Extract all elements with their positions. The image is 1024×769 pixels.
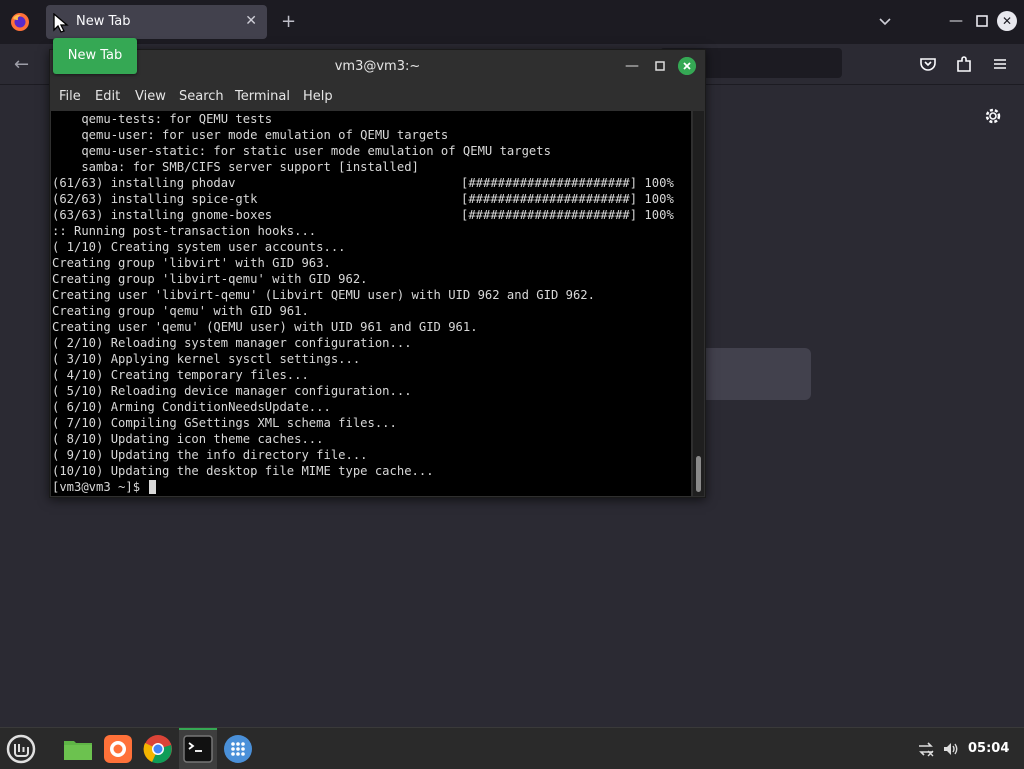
terminal-line-text: qemu-user-static: for static user mode e… — [52, 144, 551, 158]
window-maximize-icon[interactable] — [972, 11, 992, 31]
terminal-maximize-icon[interactable] — [652, 58, 668, 74]
terminal-line-text: ( 7/10) Compiling GSettings XML schema f… — [52, 416, 397, 430]
terminal-output-line: ( 5/10) Reloading device manager configu… — [51, 383, 691, 399]
terminal-line-text: ( 8/10) Updating icon theme caches... — [52, 432, 324, 446]
extensions-puzzle-icon[interactable] — [954, 54, 974, 74]
tab-title: New Tab — [76, 14, 131, 29]
terminal-window: vm3@vm3:~ — File Edit View Search Termin… — [49, 49, 706, 498]
new-tab-content-tile[interactable] — [700, 348, 811, 400]
terminal-line-text: qemu-tests: for QEMU tests — [52, 112, 273, 126]
terminal-output-line: Creating user 'qemu' (QEMU user) with UI… — [51, 319, 691, 335]
new-tab-plus-icon[interactable]: + — [281, 11, 296, 32]
terminal-progress-bar-text: [######################] 100% — [461, 208, 674, 222]
terminal-minimize-icon[interactable]: — — [624, 58, 640, 74]
window-close-icon[interactable]: ✕ — [997, 11, 1017, 31]
browser-tab-bar: New Tab ✕ + — ✕ — [0, 0, 1024, 44]
terminal-line-text: Creating group 'libvirt' with GID 963. — [52, 256, 331, 270]
menu-edit[interactable]: Edit — [95, 89, 120, 104]
tab-list-chevron-down-icon[interactable] — [877, 13, 893, 29]
taskbar-active-indicator — [179, 728, 217, 730]
terminal-output-line: (10/10) Updating the desktop file MIME t… — [51, 463, 691, 479]
terminal-output-line: ( 7/10) Compiling GSettings XML schema f… — [51, 415, 691, 431]
terminal-line-text: ( 9/10) Updating the info directory file… — [52, 448, 368, 462]
terminal-progress-bar-text: [######################] 100% — [461, 192, 674, 206]
terminal-menu-bar: File Edit View Search Terminal Help — [50, 84, 705, 110]
terminal-output-line: :: Running post-transaction hooks... — [51, 223, 691, 239]
terminal-close-icon[interactable] — [678, 57, 696, 75]
terminal-output[interactable]: qemu-tests: for QEMU tests qemu-user: fo… — [51, 111, 691, 496]
terminal-scrollbar-thumb[interactable] — [696, 456, 701, 492]
terminal-output-line: qemu-user-static: for static user mode e… — [51, 143, 691, 159]
terminal-output-line: ( 3/10) Applying kernel sysctl settings.… — [51, 351, 691, 367]
hamburger-menu-icon[interactable] — [990, 54, 1010, 74]
menu-help[interactable]: Help — [303, 89, 333, 104]
terminal-line-text: ( 1/10) Creating system user accounts... — [52, 240, 346, 254]
tab-close-icon[interactable]: ✕ — [245, 13, 257, 29]
terminal-prompt-line[interactable]: [vm3@vm3 ~]$ — [51, 479, 691, 495]
terminal-line-text: ( 3/10) Applying kernel sysctl settings.… — [52, 352, 361, 366]
gear-icon[interactable] — [983, 106, 1003, 126]
terminal-output-line: ( 9/10) Updating the info directory file… — [51, 447, 691, 463]
terminal-output-line: samba: for SMB/CIFS server support [inst… — [51, 159, 691, 175]
terminal-line-text: (62/63) installing spice-gtk — [52, 192, 258, 206]
terminal-output-line: ( 2/10) Reloading system manager configu… — [51, 335, 691, 351]
terminal-output-line: ( 6/10) Arming ConditionNeedsUpdate... — [51, 399, 691, 415]
terminal-output-line: Creating group 'qemu' with GID 961. — [51, 303, 691, 319]
terminal-output-line: qemu-tests: for QEMU tests — [51, 111, 691, 127]
app-grid-icon[interactable] — [222, 733, 254, 765]
browser-tab-new-tab[interactable]: New Tab ✕ — [46, 5, 267, 39]
menu-file[interactable]: File — [59, 89, 81, 104]
terminal-title: vm3@vm3:~ — [334, 59, 421, 74]
back-arrow-icon[interactable]: ← — [14, 54, 34, 75]
tab-tooltip: New Tab — [53, 38, 137, 74]
terminal-taskbar-icon[interactable] — [182, 733, 214, 765]
firefox-icon[interactable] — [10, 12, 30, 32]
terminal-line-text: (10/10) Updating the desktop file MIME t… — [52, 464, 434, 478]
terminal-line-text: Creating user 'libvirt-qemu' (Libvirt QE… — [52, 288, 595, 302]
terminal-line-text: qemu-user: for user mode emulation of QE… — [52, 128, 449, 142]
pocket-icon[interactable] — [918, 54, 938, 74]
terminal-progress-bar-text: [######################] 100% — [461, 176, 674, 190]
terminal-prompt: [vm3@vm3 ~]$ — [52, 480, 148, 494]
terminal-title-bar[interactable]: vm3@vm3:~ — — [50, 50, 705, 84]
terminal-line-text: ( 4/10) Creating temporary files... — [52, 368, 309, 382]
terminal-line-text: ( 2/10) Reloading system manager configu… — [52, 336, 412, 350]
terminal-output-line: (61/63) installing phodav [##############… — [51, 175, 691, 191]
window-minimize-icon[interactable]: — — [946, 11, 966, 31]
terminal-line-text: ( 5/10) Reloading device manager configu… — [52, 384, 412, 398]
menu-terminal[interactable]: Terminal — [235, 89, 290, 104]
files-folder-icon[interactable] — [62, 733, 94, 765]
terminal-line-text: (61/63) installing phodav — [52, 176, 236, 190]
terminal-output-line: qemu-user: for user mode emulation of QE… — [51, 127, 691, 143]
terminal-line-text: Creating user 'qemu' (QEMU user) with UI… — [52, 320, 478, 334]
terminal-output-line: ( 4/10) Creating temporary files... — [51, 367, 691, 383]
terminal-output-line: (63/63) installing gnome-boxes [#########… — [51, 207, 691, 223]
menu-search[interactable]: Search — [179, 89, 224, 104]
terminal-line-text: Creating group 'libvirt-qemu' with GID 9… — [52, 272, 368, 286]
menu-view[interactable]: View — [135, 89, 166, 104]
mint-menu-icon[interactable] — [5, 733, 37, 765]
terminal-line-text: ( 6/10) Arming ConditionNeedsUpdate... — [52, 400, 331, 414]
chrome-icon[interactable] — [142, 733, 174, 765]
volume-icon[interactable] — [942, 740, 960, 758]
mouse-cursor-icon — [53, 13, 69, 33]
terminal-output-line: ( 1/10) Creating system user accounts... — [51, 239, 691, 255]
taskbar-clock[interactable]: 05:04 — [968, 741, 1009, 756]
terminal-output-line: Creating group 'libvirt' with GID 963. — [51, 255, 691, 271]
terminal-output-line: (62/63) installing spice-gtk [###########… — [51, 191, 691, 207]
terminal-line-text: :: Running post-transaction hooks... — [52, 224, 317, 238]
terminal-scrollbar[interactable] — [693, 111, 704, 496]
terminal-cursor — [149, 480, 157, 494]
terminal-line-text: samba: for SMB/CIFS server support [inst… — [52, 160, 419, 174]
terminal-line-text: (63/63) installing gnome-boxes — [52, 208, 273, 222]
terminal-output-line: Creating user 'libvirt-qemu' (Libvirt QE… — [51, 287, 691, 303]
taskbar: 05:04 — [0, 727, 1024, 769]
network-disconnected-icon[interactable] — [917, 740, 935, 758]
terminal-line-text: Creating group 'qemu' with GID 961. — [52, 304, 309, 318]
terminal-output-line: ( 8/10) Updating icon theme caches... — [51, 431, 691, 447]
firefox-taskbar-icon[interactable] — [102, 733, 134, 765]
terminal-output-line: Creating group 'libvirt-qemu' with GID 9… — [51, 271, 691, 287]
